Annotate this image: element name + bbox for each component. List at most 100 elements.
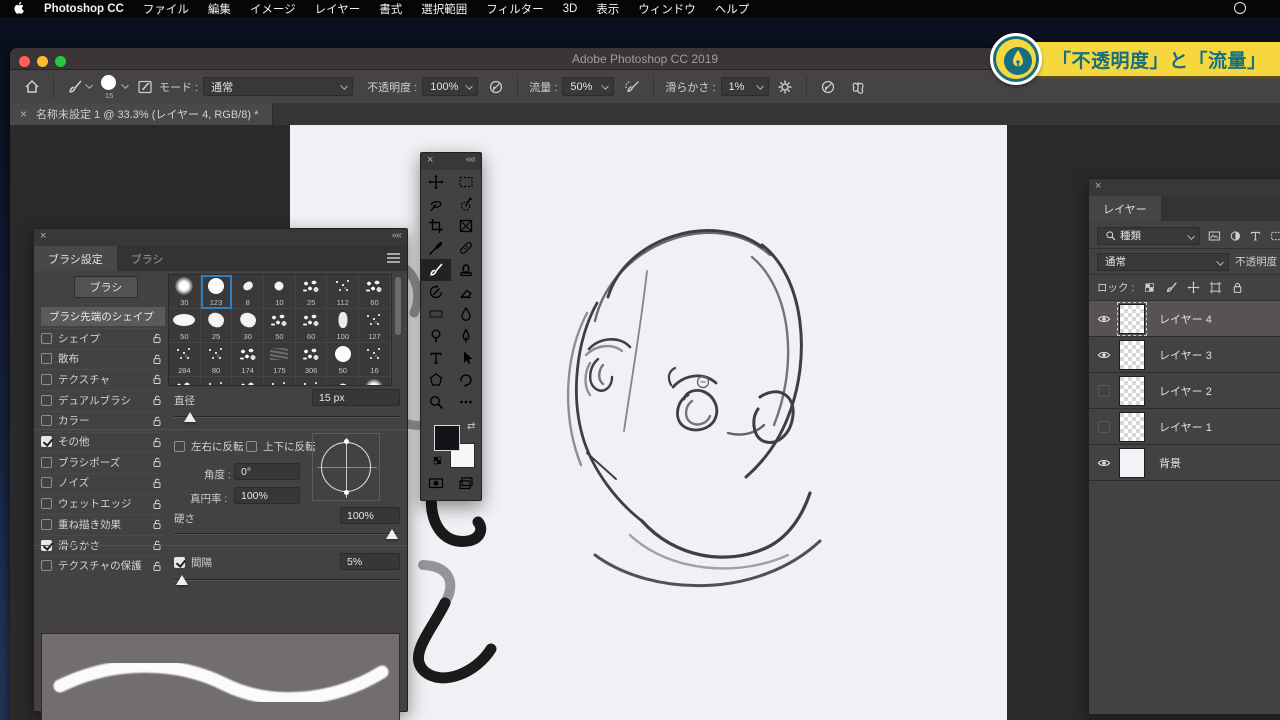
lock-open-icon[interactable] xyxy=(151,498,163,510)
menu-item-image[interactable]: イメージ xyxy=(250,1,296,17)
menu-item-select[interactable]: 選択範囲 xyxy=(421,1,467,17)
tools-panel-header[interactable]: × «« xyxy=(421,153,481,170)
filter-pixel-layers-icon[interactable] xyxy=(1208,229,1221,243)
lock-transparent-pixels-icon[interactable] xyxy=(1143,281,1156,294)
menu-app-name[interactable]: Photoshop CC xyxy=(44,3,124,15)
angle-field[interactable]: 0° xyxy=(234,463,300,480)
option-wet-edges[interactable]: ウェットエッジ xyxy=(41,494,165,513)
brush-preset[interactable]: 25 xyxy=(201,309,233,343)
angle-roundness-control[interactable] xyxy=(312,433,380,501)
lock-open-icon[interactable] xyxy=(151,373,163,385)
document-close-icon[interactable]: × xyxy=(20,108,27,120)
eyedropper-tool[interactable] xyxy=(421,237,451,259)
brush-preset[interactable] xyxy=(359,377,391,386)
checkbox[interactable] xyxy=(41,395,52,406)
brush-preset[interactable]: 60 xyxy=(359,275,391,309)
brush-preset[interactable]: 10 xyxy=(264,275,296,309)
filter-type-layers-icon[interactable] xyxy=(1249,229,1262,243)
option-brush-pose[interactable]: ブラシポーズ xyxy=(41,452,165,471)
lock-open-icon[interactable] xyxy=(151,560,163,572)
panel-menu-icon[interactable] xyxy=(387,253,400,263)
brush-preset[interactable]: 127 xyxy=(359,309,391,343)
brush-preset[interactable] xyxy=(296,377,328,386)
foreground-color-swatch[interactable] xyxy=(434,425,460,451)
lock-artboard-icon[interactable] xyxy=(1209,281,1222,294)
symmetry-butterfly-icon[interactable] xyxy=(846,75,870,99)
checkbox[interactable] xyxy=(41,333,52,344)
option-scattering[interactable]: 散布 xyxy=(41,349,165,368)
lock-open-icon[interactable] xyxy=(151,456,163,468)
brush-preset[interactable] xyxy=(327,377,359,386)
checkbox[interactable] xyxy=(174,441,185,452)
tab-brushes[interactable]: ブラシ xyxy=(117,246,178,271)
layer-thumbnail[interactable] xyxy=(1119,448,1145,478)
checkbox[interactable] xyxy=(41,415,52,426)
lock-all-icon[interactable] xyxy=(1231,281,1244,294)
brush-preset[interactable]: 175 xyxy=(264,343,296,377)
mode-dropdown[interactable]: 通常 xyxy=(203,77,353,96)
diameter-field[interactable]: 15 px xyxy=(312,389,400,406)
history-brush-tool[interactable] xyxy=(421,281,451,303)
visibility-toggle-empty[interactable] xyxy=(1098,385,1110,397)
menu-item-layer[interactable]: レイヤー xyxy=(315,1,361,17)
brush-preset[interactable]: 284 xyxy=(169,343,201,377)
filter-shape-layers-icon[interactable] xyxy=(1270,229,1280,243)
quick-mask-mode-button[interactable] xyxy=(428,475,444,491)
checkbox[interactable] xyxy=(41,353,52,364)
edit-toolbar-button[interactable] xyxy=(451,391,481,413)
tab-layers[interactable]: レイヤー xyxy=(1089,196,1161,221)
brush-preset-selected[interactable]: 123 xyxy=(201,275,233,309)
roundness-field[interactable]: 100% xyxy=(234,487,300,504)
menu-item-window[interactable]: ウィンドウ xyxy=(638,1,696,17)
tool-preset-chevron[interactable] xyxy=(87,77,97,96)
option-shape[interactable]: シェイプ xyxy=(41,328,165,347)
layer-thumbnail[interactable] xyxy=(1119,304,1145,334)
option-color-dynamics[interactable]: カラー xyxy=(41,411,165,430)
spacing-slider-thumb[interactable] xyxy=(176,575,188,585)
layers-panel-close-icon[interactable]: × xyxy=(1095,181,1101,192)
lock-open-icon[interactable] xyxy=(151,353,163,365)
apple-menu-icon[interactable] xyxy=(12,2,25,15)
swap-colors-icon[interactable]: ⇄ xyxy=(467,421,475,432)
brush-preset[interactable]: 174 xyxy=(232,343,264,377)
visibility-eye-icon[interactable] xyxy=(1097,456,1111,470)
eraser-tool[interactable] xyxy=(451,281,481,303)
checkbox[interactable] xyxy=(41,519,52,530)
lock-open-icon[interactable] xyxy=(151,477,163,489)
layer-row-layer1[interactable]: レイヤー 1 xyxy=(1089,409,1280,445)
toggle-brush-settings-panel-button[interactable] xyxy=(133,75,157,99)
brushes-button[interactable]: ブラシ xyxy=(74,276,138,298)
menu-item-3d[interactable]: 3D xyxy=(563,3,578,15)
checkbox[interactable] xyxy=(41,477,52,488)
checkbox-checked[interactable] xyxy=(41,436,52,447)
blend-mode-dropdown[interactable]: 通常 xyxy=(1097,253,1229,271)
brush-preset[interactable]: 25 xyxy=(296,275,328,309)
lock-open-icon[interactable] xyxy=(151,436,163,448)
menu-item-edit[interactable]: 編集 xyxy=(208,1,231,17)
brush-preset[interactable]: 80 xyxy=(201,343,233,377)
brush-preset[interactable]: 306 xyxy=(296,343,328,377)
hardness-slider[interactable] xyxy=(174,533,400,535)
brush-preset[interactable]: 112 xyxy=(327,275,359,309)
checkbox[interactable] xyxy=(41,457,52,468)
layer-row-layer3[interactable]: レイヤー 3 xyxy=(1089,337,1280,373)
flow-dropdown[interactable]: 50% xyxy=(562,77,614,96)
visibility-eye-icon[interactable] xyxy=(1097,348,1111,362)
layers-panel-header[interactable]: × xyxy=(1089,179,1280,196)
marquee-tool[interactable] xyxy=(451,171,481,193)
diameter-slider[interactable] xyxy=(174,416,400,418)
brush-tool-selected[interactable] xyxy=(421,259,451,281)
brush-preset[interactable] xyxy=(264,377,296,386)
brush-preset[interactable] xyxy=(169,377,201,386)
screen-mode-button[interactable] xyxy=(458,475,474,491)
opacity-dropdown[interactable]: 100% xyxy=(422,77,478,96)
brush-tip-shape-item[interactable]: ブラシ先端のシェイプ xyxy=(41,307,165,326)
flip-x-option[interactable]: 左右に反転 xyxy=(174,437,254,456)
brush-preset[interactable]: 100 xyxy=(327,309,359,343)
checkbox[interactable] xyxy=(246,441,257,452)
zoom-tool[interactable] xyxy=(421,391,451,413)
brush-panel-close-icon[interactable]: × xyxy=(40,231,46,242)
brush-preset[interactable]: 50 xyxy=(169,309,201,343)
default-colors-icon[interactable] xyxy=(432,455,443,466)
lock-open-icon[interactable] xyxy=(151,394,163,406)
